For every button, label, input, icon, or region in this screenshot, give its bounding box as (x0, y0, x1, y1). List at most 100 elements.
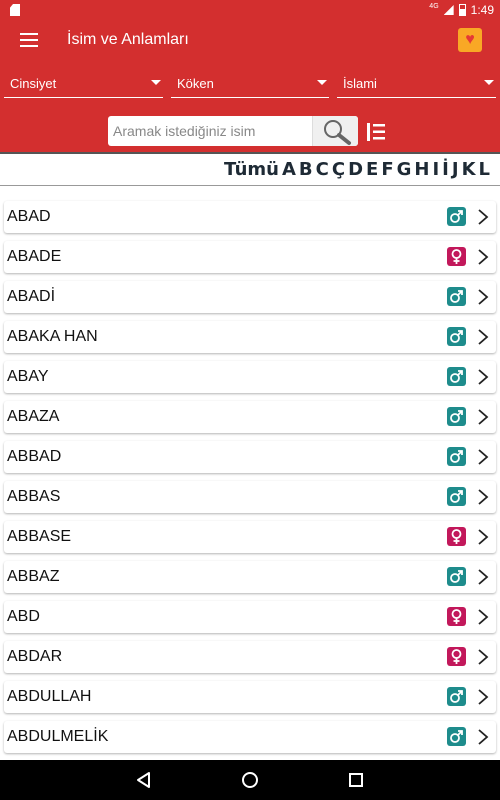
search-input[interactable] (113, 118, 313, 144)
hamburger-menu-icon[interactable] (20, 33, 38, 47)
list-item[interactable]: ABADİ (4, 281, 496, 313)
letter-b[interactable]: B (299, 159, 313, 180)
letter-e[interactable]: E (366, 159, 378, 180)
letter-j[interactable]: J (452, 159, 459, 180)
name-label: ABAZA (7, 408, 60, 425)
name-label: ABDULLAH (7, 688, 92, 705)
gender-filter-label: Cinsiyet (10, 76, 57, 91)
navigation-bar (0, 760, 500, 800)
list-item[interactable]: ABBAZ (4, 561, 496, 593)
chevron-down-icon (484, 80, 494, 85)
chevron-right-icon (478, 289, 489, 305)
male-icon (447, 367, 466, 386)
chevron-down-icon (151, 80, 161, 85)
letter-d[interactable]: D (348, 159, 363, 180)
chevron-right-icon (478, 209, 489, 225)
letter-all[interactable]: Tümü (224, 159, 279, 180)
recents-icon[interactable] (346, 770, 366, 790)
chevron-right-icon (478, 689, 489, 705)
female-icon (447, 607, 466, 626)
male-icon (447, 487, 466, 506)
name-label: ABDULMELİK (7, 728, 109, 745)
letter-i[interactable]: I (432, 159, 439, 180)
male-icon (447, 207, 466, 226)
letter-l[interactable]: L (479, 159, 490, 180)
name-label: ABADE (7, 248, 62, 265)
heart-app-icon[interactable]: ♥ (458, 28, 482, 52)
list-item[interactable]: ABBAS (4, 481, 496, 513)
toolbar: İsim ve Anlamları ♥ (0, 22, 500, 58)
search-button[interactable] (312, 116, 358, 146)
female-icon (447, 527, 466, 546)
search-box (108, 116, 358, 146)
back-icon[interactable] (134, 770, 154, 790)
alphabet-bar: Tümü A B C Ç D E F G H I İ J K L (0, 152, 500, 186)
network-type: 4G (429, 2, 439, 10)
list-item[interactable]: ABAKA HAN (4, 321, 496, 353)
clock: 1:49 (470, 3, 494, 17)
name-label: ABAKA HAN (7, 328, 98, 345)
chevron-right-icon (478, 729, 489, 745)
chevron-right-icon (478, 649, 489, 665)
chevron-right-icon (478, 449, 489, 465)
male-icon (447, 287, 466, 306)
letter-g[interactable]: G (397, 159, 412, 180)
list-item[interactable]: ABADE (4, 241, 496, 273)
name-label: ABDAR (7, 648, 63, 665)
chevron-right-icon (478, 489, 489, 505)
letter-f[interactable]: F (381, 159, 393, 180)
chevron-down-icon (317, 80, 327, 85)
female-icon (447, 247, 466, 266)
male-icon (447, 687, 466, 706)
male-icon (447, 447, 466, 466)
list-item[interactable]: ABDAR (4, 641, 496, 673)
male-icon (447, 327, 466, 346)
male-icon (447, 407, 466, 426)
letter-c[interactable]: C (316, 159, 329, 180)
home-icon[interactable] (240, 770, 260, 790)
chevron-right-icon (478, 609, 489, 625)
religion-filter-label: İslami (343, 76, 377, 91)
name-label: ABAY (7, 368, 49, 385)
gender-filter-dropdown[interactable]: Cinsiyet (4, 70, 163, 98)
list-item[interactable]: ABAZA (4, 401, 496, 433)
list-item[interactable]: ABDULMELİK (4, 721, 496, 753)
male-icon (447, 727, 466, 746)
signal-icon (443, 5, 454, 15)
list-item[interactable]: ABAD (4, 201, 496, 233)
name-label: ABBASE (7, 528, 72, 545)
chevron-right-icon (478, 329, 489, 345)
list-item[interactable]: ABAY (4, 361, 496, 393)
chevron-right-icon (478, 249, 489, 265)
letter-a[interactable]: A (282, 159, 296, 180)
chevron-right-icon (478, 409, 489, 425)
name-list: ABAD ABADE ABADİ ABAKA HAN ABAY ABAZA ABBAD ABB… (0, 186, 500, 760)
name-label: ABAD (7, 208, 51, 225)
religion-filter-dropdown[interactable]: İslami (337, 70, 496, 98)
sd-card-icon (10, 4, 20, 16)
name-label: ABBAZ (7, 568, 60, 585)
letter-h[interactable]: H (414, 159, 429, 180)
list-item[interactable]: ABDULLAH (4, 681, 496, 713)
list-item[interactable]: ABBASE (4, 521, 496, 553)
name-label: ABADİ (7, 288, 56, 305)
letter-k[interactable]: K (462, 159, 476, 180)
name-label: ABBAS (7, 488, 61, 505)
letter-i̇[interactable]: İ (442, 159, 449, 180)
origin-filter-label: Köken (177, 76, 214, 91)
origin-filter-dropdown[interactable]: Köken (171, 70, 329, 98)
letter-ç[interactable]: Ç (332, 159, 345, 180)
filter-area: Cinsiyet Köken İslami (0, 58, 500, 152)
chevron-right-icon (478, 369, 489, 385)
alphabet-letters: Tümü A B C Ç D E F G H I İ J K L (224, 159, 493, 180)
list-view-icon[interactable] (366, 122, 386, 142)
search-icon (324, 120, 351, 145)
chevron-right-icon (478, 529, 489, 545)
list-item[interactable]: ABBAD (4, 441, 496, 473)
name-label: ABD (7, 608, 40, 625)
status-right: 4G 1:49 (429, 2, 494, 18)
list-item[interactable]: ABD (4, 601, 496, 633)
name-label: ABBAD (7, 448, 62, 465)
page-title: İsim ve Anlamları (67, 31, 189, 48)
battery-icon (458, 4, 466, 16)
